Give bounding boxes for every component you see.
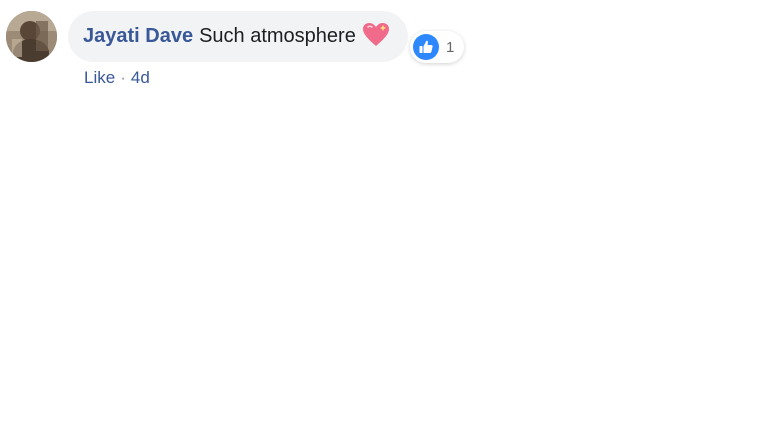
comment: Jayati Dave Such atmosphere 1 Like · 4d <box>6 10 526 100</box>
comment-author[interactable]: Jayati Dave <box>83 11 193 62</box>
avatar[interactable] <box>6 11 57 62</box>
comment-bubble: Jayati Dave Such atmosphere <box>68 11 408 62</box>
like-button[interactable]: Like <box>84 68 115 87</box>
comment-actions: Like · 4d <box>84 68 150 88</box>
sparkling-heart-icon <box>362 22 390 48</box>
reaction-count: 1 <box>446 38 455 56</box>
comment-text: Such atmosphere <box>199 25 356 47</box>
thumbs-up-icon <box>413 34 439 60</box>
avatar-photo <box>6 11 57 62</box>
reaction-summary[interactable]: 1 <box>410 31 465 63</box>
separator: · <box>120 68 126 87</box>
comment-timestamp[interactable]: 4d <box>131 68 150 87</box>
